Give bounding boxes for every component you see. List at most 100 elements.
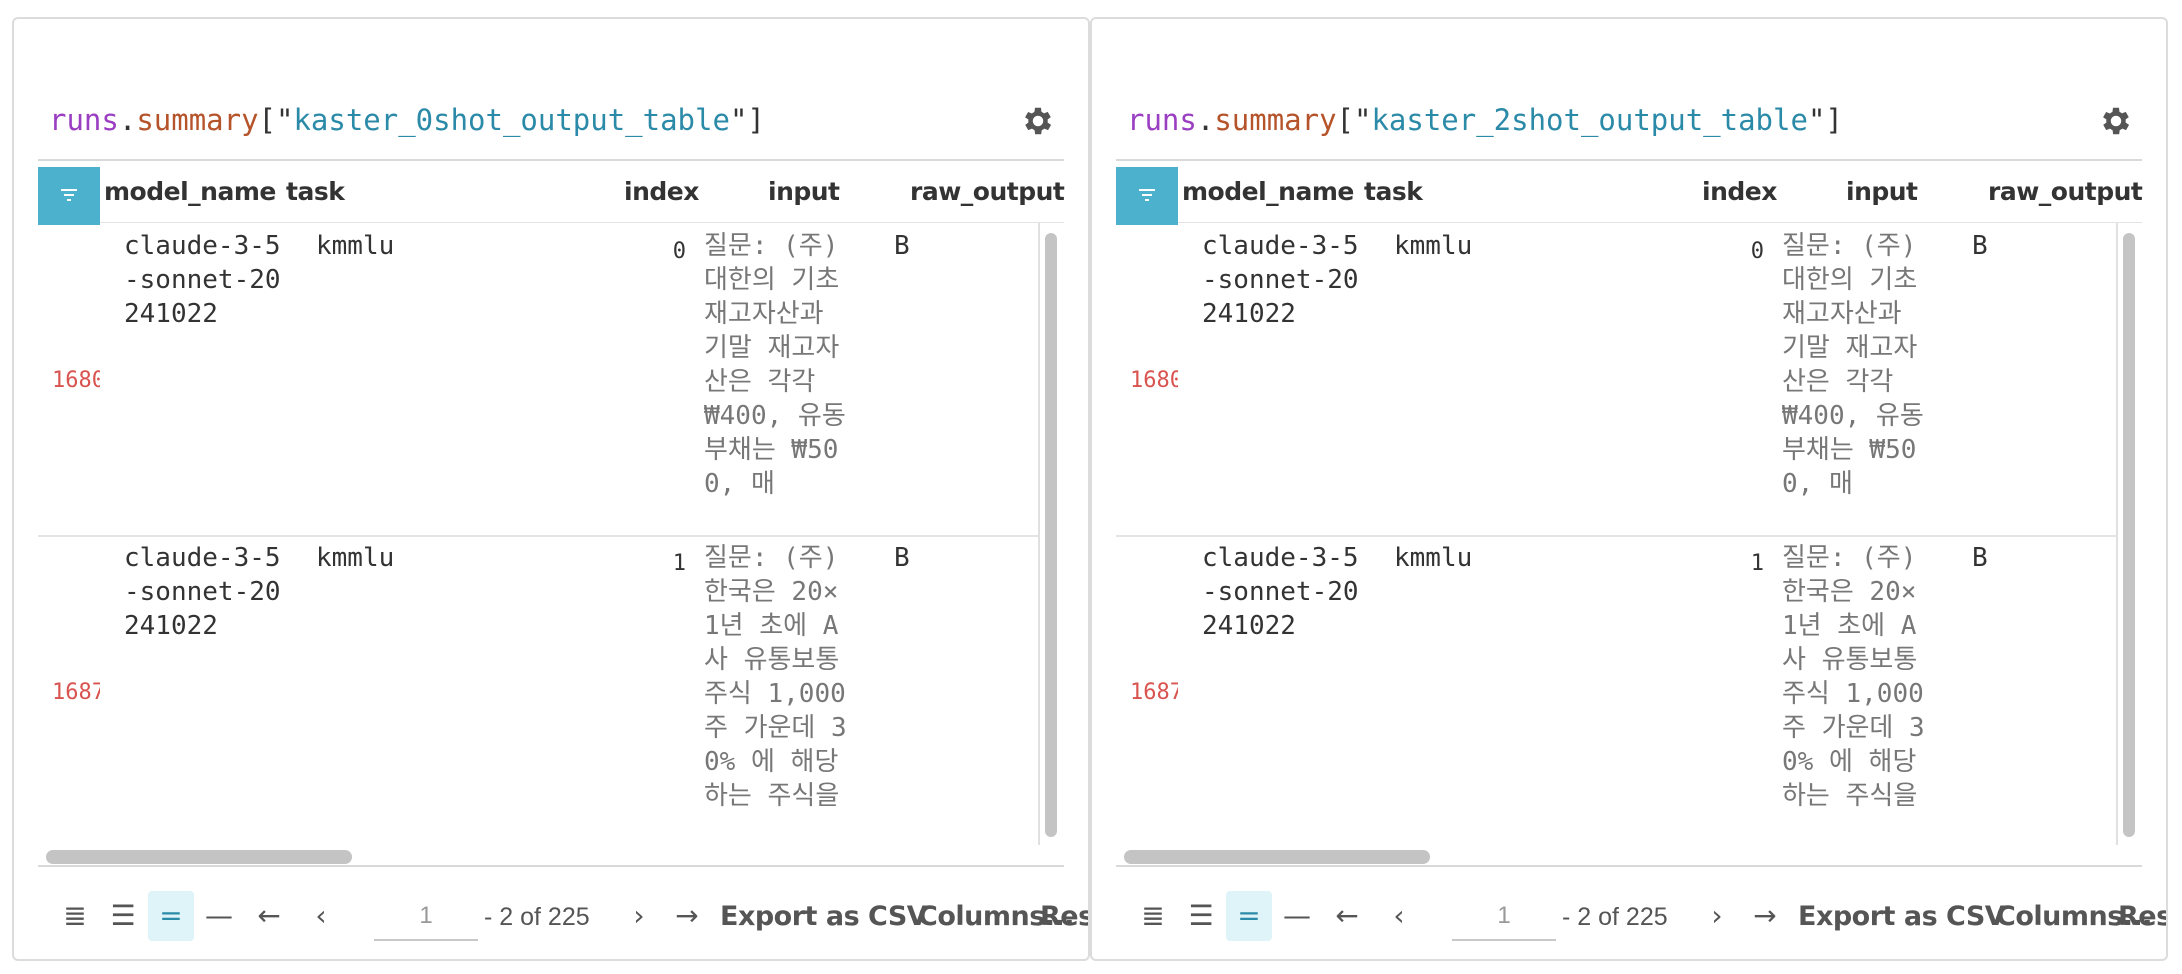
expr-runs: runs bbox=[49, 103, 119, 137]
expr-dot: . bbox=[118, 103, 137, 137]
last-page-arrow-icon[interactable]: → bbox=[664, 891, 710, 941]
data-table: model_name task index input raw_output 1… bbox=[1116, 159, 2143, 867]
row-height-large-button[interactable]: ☰ bbox=[1178, 891, 1224, 941]
table-header: model_name task index input raw_output bbox=[1116, 159, 2143, 225]
reset-button[interactable]: Res bbox=[1040, 889, 1088, 945]
last-page-arrow-icon[interactable]: → bbox=[1742, 891, 1788, 941]
horizontal-scroll-thumb[interactable] bbox=[1124, 850, 1430, 864]
page-count-text: - 2 of 225 bbox=[484, 903, 590, 931]
cell-model-name: claude-3-5-sonnet-20241022 bbox=[124, 543, 281, 641]
table-row[interactable]: 1687 claude-3-5-sonnet-20241022 kmmlu 1 … bbox=[38, 535, 1038, 845]
expr-close: "] bbox=[1807, 103, 1843, 137]
column-header-model-name[interactable]: model_name bbox=[1182, 161, 1354, 223]
column-header-model-name[interactable]: model_name bbox=[104, 161, 276, 223]
cell-raw-output: B bbox=[1972, 543, 1988, 573]
column-header-input[interactable]: input bbox=[768, 161, 840, 223]
cell-input: 질문: (주) 대한의 기초재고자산과 기말 재고자산은 각각 ₩400, 유동… bbox=[1782, 231, 1932, 499]
cell-raw-output: B bbox=[1972, 231, 1988, 261]
next-page-chevron-icon[interactable]: › bbox=[1694, 891, 1740, 941]
prev-page-chevron-icon[interactable]: ‹ bbox=[1376, 891, 1422, 941]
filter-icon bbox=[61, 189, 77, 201]
page-number-input[interactable] bbox=[1452, 893, 1556, 941]
cell-index: 0 bbox=[672, 239, 686, 264]
column-header-task[interactable]: task bbox=[286, 161, 345, 223]
row-height-xl-button[interactable]: ≣ bbox=[1130, 891, 1176, 941]
filter-button[interactable] bbox=[1116, 167, 1178, 225]
table-footer: ≣ ☰ = — ← ‹ - 2 of 225 › → Export as CSV… bbox=[38, 889, 1088, 945]
table-row[interactable]: 1687 claude-3-5-sonnet-20241022 kmmlu 1 … bbox=[1116, 535, 2116, 845]
column-header-raw-output[interactable]: raw_output bbox=[1988, 161, 2143, 223]
first-page-arrow-icon[interactable]: ← bbox=[1324, 891, 1370, 941]
table-footer: ≣ ☰ = — ← ‹ - 2 of 225 › → Export as CSV… bbox=[1116, 889, 2166, 945]
row-height-xl-button[interactable]: ≣ bbox=[52, 891, 98, 941]
cell-index: 1 bbox=[672, 551, 686, 576]
row-height-medium-button[interactable]: = bbox=[1226, 891, 1272, 941]
row-id: 1680 bbox=[1130, 368, 1178, 393]
row-height-small-button[interactable]: — bbox=[1274, 891, 1320, 941]
prev-page-chevron-icon[interactable]: ‹ bbox=[298, 891, 344, 941]
horizontal-scroll-thumb[interactable] bbox=[46, 850, 352, 864]
vertical-scroll-thumb[interactable] bbox=[2123, 233, 2135, 837]
table-header: model_name task index input raw_output bbox=[38, 159, 1065, 225]
cell-model-name: claude-3-5-sonnet-20241022 bbox=[1202, 543, 1359, 641]
column-header-index[interactable]: index bbox=[1702, 161, 1777, 223]
row-id: 1687 bbox=[1130, 680, 1178, 705]
cell-input: 질문: (주) 한국은 20×1년 초에 A사 유통보통 주식 1,000주 가… bbox=[1782, 543, 1932, 811]
table-panel-2shot: runs.summary["kaster_2shot_output_table"… bbox=[1090, 17, 2168, 961]
horizontal-scrollbar[interactable] bbox=[38, 847, 1064, 867]
vertical-scroll-thumb[interactable] bbox=[1045, 233, 1057, 837]
page-count-text: - 2 of 225 bbox=[1562, 903, 1668, 931]
row-height-small-button[interactable]: — bbox=[196, 891, 242, 941]
page-number-input[interactable] bbox=[374, 893, 478, 941]
table-body[interactable]: 1680 claude-3-5-sonnet-20241022 kmmlu 0 … bbox=[1116, 223, 2118, 845]
panel-expression: runs.summary["kaster_2shot_output_table"… bbox=[1127, 103, 1843, 137]
expr-open: [" bbox=[258, 103, 294, 137]
expr-key: kaster_2shot_output_table bbox=[1371, 103, 1808, 137]
expr-open: [" bbox=[1336, 103, 1372, 137]
column-header-raw-output[interactable]: raw_output bbox=[910, 161, 1065, 223]
table-row[interactable]: 1680 claude-3-5-sonnet-20241022 kmmlu 0 … bbox=[1116, 223, 2116, 537]
export-csv-button[interactable]: Export as CSV bbox=[720, 889, 928, 945]
expr-runs: runs bbox=[1127, 103, 1197, 137]
vertical-scrollbar[interactable] bbox=[2120, 227, 2138, 841]
cell-task: kmmlu bbox=[1394, 231, 1473, 261]
cell-task: kmmlu bbox=[1394, 543, 1473, 573]
table-row[interactable]: 1680 claude-3-5-sonnet-20241022 kmmlu 0 … bbox=[38, 223, 1038, 537]
cell-model-name: claude-3-5-sonnet-20241022 bbox=[124, 231, 281, 329]
table-body[interactable]: 1680 claude-3-5-sonnet-20241022 kmmlu 0 … bbox=[38, 223, 1040, 845]
expr-close: "] bbox=[729, 103, 765, 137]
row-height-large-button[interactable]: ☰ bbox=[100, 891, 146, 941]
cell-raw-output: B bbox=[894, 543, 910, 573]
filter-button[interactable] bbox=[38, 167, 100, 225]
row-height-medium-button[interactable]: = bbox=[148, 891, 194, 941]
expr-key: kaster_0shot_output_table bbox=[293, 103, 730, 137]
next-page-chevron-icon[interactable]: › bbox=[616, 891, 662, 941]
cell-model-name: claude-3-5-sonnet-20241022 bbox=[1202, 231, 1359, 329]
first-page-arrow-icon[interactable]: ← bbox=[246, 891, 292, 941]
expr-summary: summary bbox=[1214, 103, 1337, 137]
column-header-input[interactable]: input bbox=[1846, 161, 1918, 223]
table-panel-0shot: runs.summary["kaster_0shot_output_table"… bbox=[12, 17, 1090, 961]
reset-button[interactable]: Res bbox=[2118, 889, 2166, 945]
horizontal-scrollbar[interactable] bbox=[1116, 847, 2142, 867]
filter-icon bbox=[1139, 189, 1155, 201]
row-id: 1680 bbox=[52, 368, 100, 393]
panel-expression: runs.summary["kaster_0shot_output_table"… bbox=[49, 103, 765, 137]
cell-index: 1 bbox=[1750, 551, 1764, 576]
cell-input: 질문: (주) 한국은 20×1년 초에 A사 유통보통 주식 1,000주 가… bbox=[704, 543, 854, 811]
vertical-scrollbar[interactable] bbox=[1042, 227, 1060, 841]
cell-index: 0 bbox=[1750, 239, 1764, 264]
column-header-index[interactable]: index bbox=[624, 161, 699, 223]
row-id: 1687 bbox=[52, 680, 100, 705]
cell-task: kmmlu bbox=[316, 231, 395, 261]
gear-icon[interactable] bbox=[1020, 103, 1056, 139]
cell-raw-output: B bbox=[894, 231, 910, 261]
cell-task: kmmlu bbox=[316, 543, 395, 573]
expr-dot: . bbox=[1196, 103, 1215, 137]
data-table: model_name task index input raw_output 1… bbox=[38, 159, 1065, 867]
cell-input: 질문: (주) 대한의 기초재고자산과 기말 재고자산은 각각 ₩400, 유동… bbox=[704, 231, 854, 499]
export-csv-button[interactable]: Export as CSV bbox=[1798, 889, 2006, 945]
gear-icon[interactable] bbox=[2098, 103, 2134, 139]
expr-summary: summary bbox=[136, 103, 259, 137]
column-header-task[interactable]: task bbox=[1364, 161, 1423, 223]
